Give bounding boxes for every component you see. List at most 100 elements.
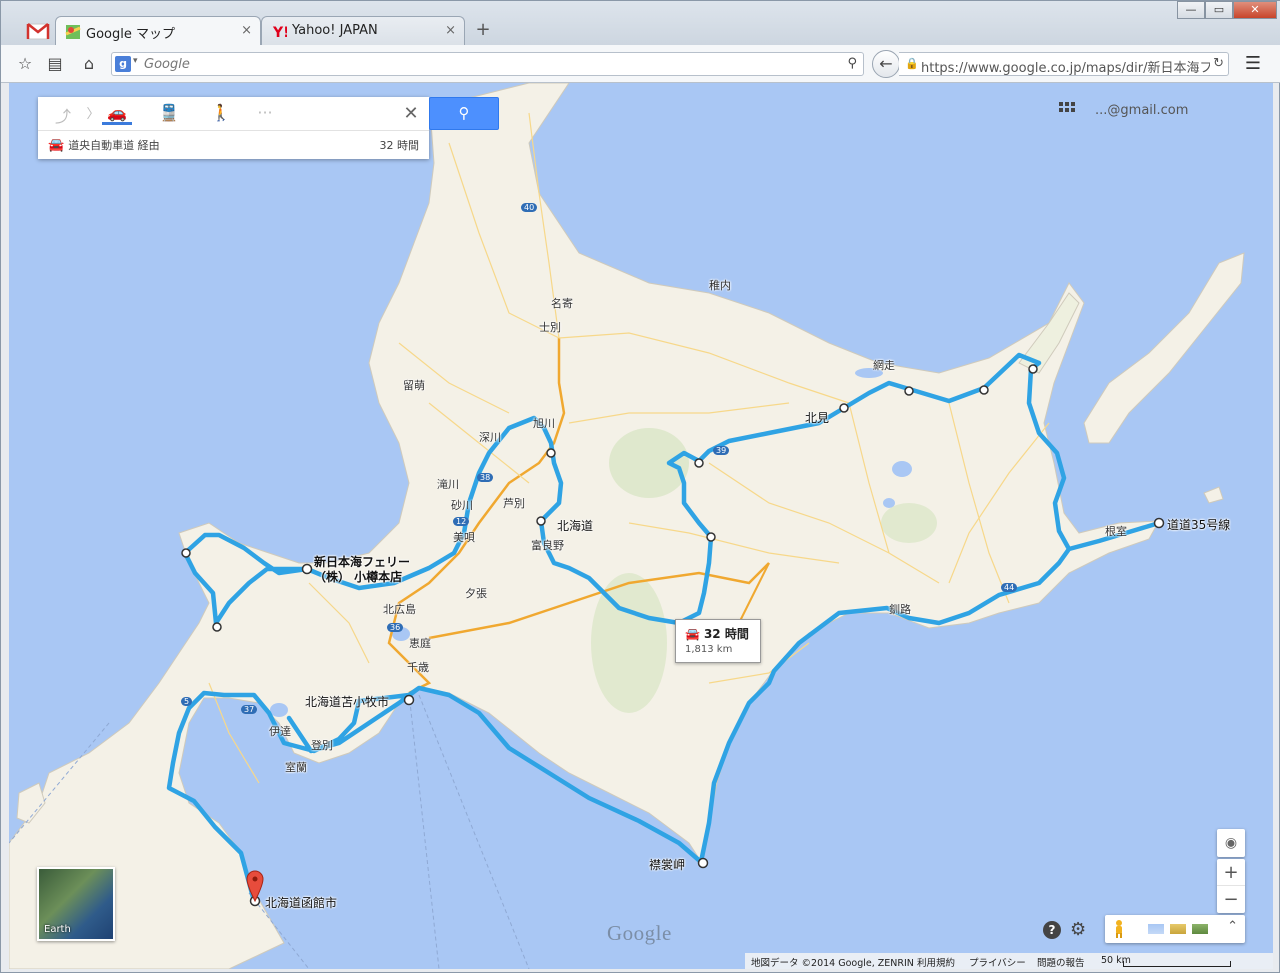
town-label: 北広島 <box>383 603 416 616</box>
town-label: 千歳 <box>407 661 429 674</box>
map-copyright: 地図データ ©2014 Google, ZENRIN <box>751 958 914 969</box>
hakodate-label[interactable]: 北海道函館市 <box>265 894 337 911</box>
address-bar[interactable]: 🔒 https://www.google.co.jp/maps/dir/新日本海… <box>899 52 1229 76</box>
back-button[interactable]: ← <box>872 50 900 78</box>
help-icon[interactable]: ? <box>1043 921 1061 939</box>
town-label: 留萌 <box>403 379 425 392</box>
lake-akan <box>883 498 895 508</box>
google-maps-favicon-icon <box>65 25 81 39</box>
account-email[interactable]: ...@gmail.com <box>1095 103 1188 118</box>
lake-kussharo <box>892 461 912 477</box>
pegman-icon[interactable] <box>1111 919 1127 939</box>
route-info-bubble[interactable]: 🚘 32 時間 1,813 km <box>675 619 761 663</box>
google-search-engine-icon[interactable]: g <box>115 56 131 72</box>
my-location-button[interactable]: ◉ <box>1217 829 1245 857</box>
search-button[interactable]: ⚲ <box>429 97 499 130</box>
google-logo: Google <box>607 921 672 945</box>
tomakomai-label[interactable]: 北海道苫小牧市 <box>305 693 389 710</box>
tab-yahoo-japan[interactable]: Y! Yahoo! JAPAN × <box>261 16 465 45</box>
bubble-distance: 1,813 km <box>685 644 733 655</box>
report-problem-link[interactable]: 問題の報告 <box>1037 955 1085 969</box>
hokkaido-label: 北海道 <box>557 519 594 533</box>
road-shield: 36 <box>387 623 404 632</box>
search-box[interactable]: g ▾ Google ⚲ <box>111 52 864 76</box>
douro35-label[interactable]: 道道35号線 <box>1167 516 1230 533</box>
search-input[interactable]: Google <box>144 57 190 72</box>
road-shield: 44 <box>1001 583 1018 592</box>
daisetsuzan-area <box>609 428 689 498</box>
close-directions-icon[interactable]: ✕ <box>400 103 422 124</box>
town-label: 芦別 <box>503 497 525 510</box>
url-text[interactable]: https://www.google.co.jp/maps/dir/新日本海フ <box>921 61 1212 75</box>
search-icon[interactable]: ⚲ <box>847 56 857 71</box>
town-label: 旭川 <box>533 417 555 430</box>
chevron-down-icon[interactable]: ▾ <box>133 56 138 66</box>
zoom-out-button[interactable]: − <box>1217 886 1245 913</box>
town-label: 伊達 <box>269 725 291 738</box>
tab-strip: Google マップ × Y! Yahoo! JAPAN × + — ▭ ✕ <box>1 1 1280 46</box>
bubble-time: 32 時間 <box>703 627 749 641</box>
mode-more-icon[interactable]: ··· <box>250 103 280 125</box>
maximize-button[interactable]: ▭ <box>1205 1 1233 19</box>
road-shield: 38 <box>477 473 494 482</box>
road-shield: 5 <box>181 697 193 706</box>
apps-grid-icon[interactable] <box>1058 101 1076 119</box>
earth-label: Earth <box>44 924 71 935</box>
minimize-button[interactable]: — <box>1177 1 1205 19</box>
town-label: 網走 <box>873 359 895 372</box>
layer-thumb-satellite[interactable] <box>1191 923 1209 935</box>
habomai-islets <box>1203 486 1224 504</box>
scale-bar <box>1123 961 1231 967</box>
directions-panel: ⤴ 〉 🚗 🚆 🚶 ··· ✕ 🚘 道央自動車道 経由 32 時間 <box>38 97 429 159</box>
town-label: 登別 <box>311 739 333 752</box>
town-label: 恵庭 <box>409 637 431 650</box>
privacy-link[interactable]: プライバシー <box>969 955 1026 969</box>
town-label: 深川 <box>479 431 501 444</box>
ferry-terminal-label[interactable]: 新日本海フェリー （株） 小樽本店 <box>314 555 410 585</box>
crosshair-icon: ◉ <box>1224 835 1238 851</box>
new-tab-button[interactable]: + <box>471 19 495 40</box>
earth-view-toggle[interactable]: Earth <box>37 867 115 941</box>
town-label: 士別 <box>539 321 561 334</box>
route-summary[interactable]: 🚘 道央自動車道 経由 <box>48 137 160 153</box>
layer-thumb-water[interactable] <box>1147 923 1165 935</box>
reload-icon[interactable]: ↻ <box>1210 56 1224 71</box>
chevron-up-icon[interactable]: ⌃ <box>1227 919 1238 934</box>
close-tab-icon[interactable]: × <box>445 23 456 38</box>
road-shield: 37 <box>241 705 258 714</box>
ferry-line <box>418 694 530 969</box>
lock-icon: 🔒 <box>905 57 919 70</box>
erimo-label[interactable]: 襟裳岬 <box>649 856 685 873</box>
map-canvas[interactable]: 40 39 38 12 36 37 5 44 稚内 名寄 士別 旭川 深川 滝川… <box>9 83 1273 969</box>
gear-icon[interactable]: ⚙ <box>1070 919 1086 940</box>
terms-link[interactable]: 利用規約 <box>917 955 955 969</box>
travel-mode-bar: ⤴ 〉 🚗 🚆 🚶 ··· ✕ <box>38 97 429 131</box>
tab-google-maps[interactable]: Google マップ × <box>55 16 261 46</box>
tab-title: Google マップ <box>86 27 175 42</box>
menu-icon[interactable]: ☰ <box>1241 53 1265 75</box>
town-label: 滝川 <box>437 478 459 491</box>
mode-transit-icon[interactable]: 🚆 <box>154 103 184 125</box>
road-shield: 12 <box>453 517 470 526</box>
mode-drive-icon[interactable]: 🚗 <box>102 103 132 125</box>
route-via: 道央自動車道 経由 <box>68 139 160 152</box>
home-icon[interactable]: ⌂ <box>79 54 99 74</box>
gmail-icon[interactable] <box>23 21 53 43</box>
road-shield: 39 <box>713 446 730 455</box>
bookmark-star-icon[interactable]: ☆ <box>15 54 35 74</box>
town-label: 砂川 <box>451 499 473 512</box>
reading-list-icon[interactable]: ▤ <box>45 54 65 74</box>
close-tab-icon[interactable]: × <box>241 23 252 38</box>
directions-icon[interactable]: ⤴ <box>48 103 78 126</box>
town-label: 美唄 <box>453 531 475 544</box>
layer-thumb-terrain[interactable] <box>1169 923 1187 935</box>
mode-walk-icon[interactable]: 🚶 <box>206 103 236 125</box>
close-window-button[interactable]: ✕ <box>1233 1 1277 19</box>
town-label: 北見 <box>805 411 830 425</box>
zoom-in-button[interactable]: + <box>1217 859 1245 886</box>
car-icon: 🚘 <box>48 138 65 153</box>
window-controls: — ▭ ✕ <box>1177 1 1277 19</box>
town-label: 富良野 <box>531 539 564 552</box>
map-graphics <box>9 83 1245 969</box>
yahoo-favicon-icon: Y! <box>272 25 287 40</box>
